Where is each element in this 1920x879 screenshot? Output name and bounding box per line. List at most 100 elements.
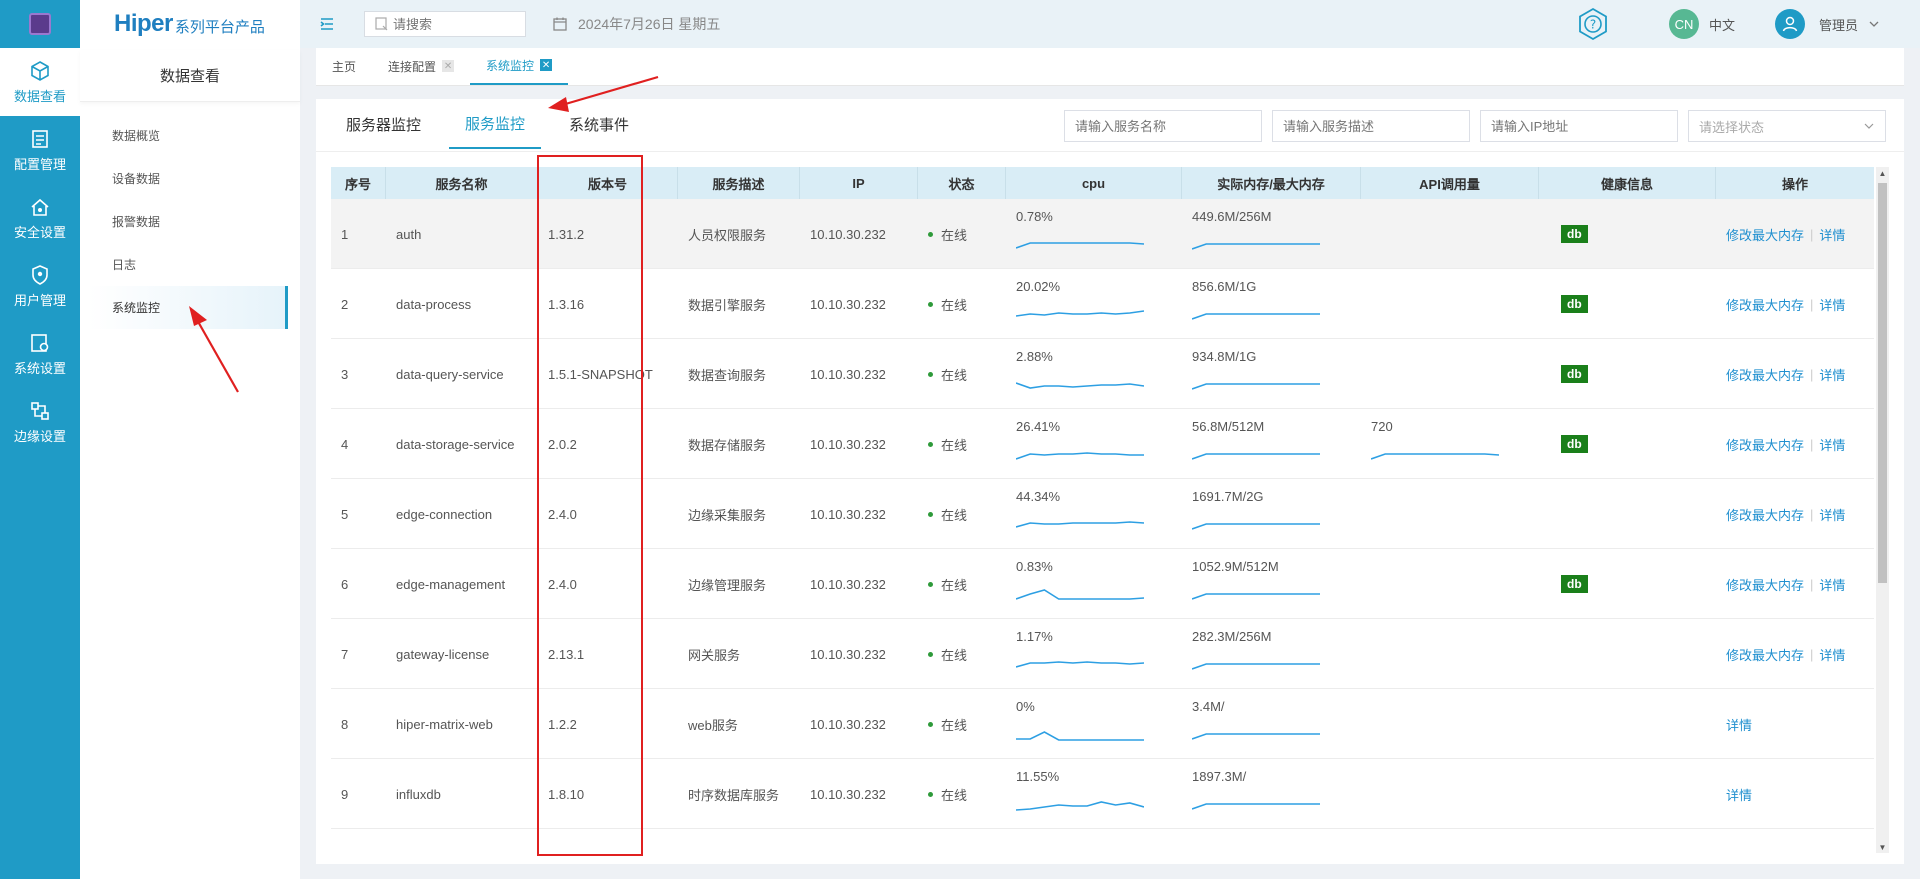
language-switch[interactable]: CN 中文 (1668, 9, 1735, 39)
details-link[interactable]: 详情 (1819, 225, 1845, 244)
status-text: 在线 (941, 507, 968, 523)
tab-label: 主页 (332, 59, 357, 74)
cpu-usage-trend-line (1016, 452, 1144, 460)
modify-max-memory-link[interactable]: 修改最大内存 (1726, 295, 1804, 314)
details-link[interactable]: 详情 (1819, 505, 1845, 524)
table-header: 序号 服务名称 版本号 服务描述 IP 状态 cpu 实际内存/最大内存 API… (331, 167, 1874, 199)
health-badge: db (1561, 575, 1588, 593)
sidebar-item-logs[interactable]: 日志 (88, 243, 288, 286)
close-icon[interactable]: ✕ (442, 60, 455, 72)
row-number: 7 (341, 646, 349, 662)
rail-item-edge[interactable]: 边缘设置 (0, 388, 80, 456)
api-calls (1361, 269, 1539, 339)
logo-mark (29, 13, 51, 35)
memory-usage-sparkline (1192, 383, 1320, 390)
tab-system-events[interactable]: 系统事件 (553, 99, 645, 149)
modify-max-memory-link[interactable]: 修改最大内存 (1726, 435, 1804, 454)
tab-service-monitor[interactable]: 服务监控 (449, 99, 542, 149)
details-link[interactable]: 详情 (1819, 575, 1845, 594)
modify-max-memory-link[interactable]: 修改最大内存 (1726, 575, 1804, 594)
memory-usage: 56.8M/512M (1182, 409, 1361, 479)
api-calls (1361, 619, 1539, 689)
cpu-usage-sparkline (1016, 382, 1144, 389)
row-number: 6 (341, 576, 349, 592)
memory-usage-trend-line (1192, 523, 1320, 530)
menu-collapse-icon[interactable] (316, 13, 338, 35)
status-dot-icon (928, 231, 933, 237)
tab-connection-config[interactable]: 连接配置 ✕ (372, 47, 470, 85)
scroll-down-icon[interactable]: ▼ (1876, 841, 1889, 853)
status-dot-icon (928, 441, 933, 447)
service-ip: 10.10.30.232 (810, 366, 886, 382)
edge-icon (31, 401, 49, 420)
rail-item-users[interactable]: 用户管理 (0, 252, 80, 320)
modify-max-memory-link[interactable]: 修改最大内存 (1726, 225, 1804, 244)
service-name-filter[interactable] (1064, 110, 1262, 142)
cpu-usage-sparkline (1016, 661, 1144, 668)
details-link[interactable]: 详情 (1819, 295, 1845, 314)
language-label: 中文 (1708, 17, 1735, 33)
service-ip: 10.10.30.232 (810, 296, 886, 312)
search-input[interactable] (393, 16, 513, 32)
rail-item-system[interactable]: 系统设置 (0, 320, 80, 388)
secondary-sidebar: Hiper 系列平台产品 数据查看 数据概览 设备数据 报警数据 日志 系统监控 (80, 0, 300, 879)
details-link[interactable]: 详情 (1819, 435, 1845, 454)
status-select[interactable]: 请选择状态 (1688, 110, 1886, 142)
sidebar-title: 数据查看 (80, 50, 300, 102)
api-calls (1361, 549, 1539, 619)
cpu-usage-value: 0.78% (1016, 209, 1053, 224)
rail-item-security[interactable]: 安全设置 (0, 184, 80, 252)
tab-server-monitor[interactable]: 服务器监控 (330, 99, 437, 149)
avatar (1774, 9, 1805, 39)
scroll-up-icon[interactable]: ▲ (1876, 167, 1889, 179)
service-desc-input[interactable] (1283, 118, 1453, 134)
modify-max-memory-link[interactable]: 修改最大内存 (1726, 505, 1804, 524)
cpu-usage-sparkline (1016, 521, 1144, 528)
close-icon[interactable]: ✕ (540, 59, 553, 71)
details-link[interactable]: 详情 (1819, 365, 1845, 384)
modify-max-memory-link[interactable]: 修改最大内存 (1726, 645, 1804, 664)
table-row: 7 gateway-license 2.13.1 网关服务 10.10.30.232 在线… (331, 619, 1874, 689)
details-link[interactable]: 详情 (1726, 785, 1752, 804)
ip-input[interactable] (1491, 118, 1661, 134)
service-name-input[interactable] (1075, 118, 1245, 134)
service-version: 1.2.2 (548, 716, 577, 732)
status-text: 在线 (941, 787, 968, 803)
details-link[interactable]: 详情 (1726, 715, 1752, 734)
user-menu[interactable]: 管理员 (1774, 9, 1880, 39)
row-number: 4 (341, 436, 349, 452)
rail-item-data-view[interactable]: 数据查看 (0, 48, 80, 116)
sidebar-item-alarm-data[interactable]: 报警数据 (88, 200, 288, 243)
health-badge: db (1561, 435, 1588, 453)
status-text: 在线 (941, 717, 968, 733)
table-body: 1 auth 1.31.2 人员权限服务 10.10.30.232 在线 0.78% 449.… (331, 199, 1874, 829)
table-row: 4 data-storage-service 2.0.2 数据存储服务 10.10.30… (331, 409, 1874, 479)
vertical-scrollbar[interactable]: ▲ ▼ (1876, 167, 1889, 853)
table-row: 5 edge-connection 2.4.0 边缘采集服务 10.10.30.232 在… (331, 479, 1874, 549)
tab-home[interactable]: 主页 (316, 47, 372, 85)
row-number: 5 (341, 506, 349, 522)
row-actions: 修改最大内存 | 详情 (1716, 549, 1874, 619)
modify-max-memory-link[interactable]: 修改最大内存 (1726, 365, 1804, 384)
tab-system-monitor[interactable]: 系统监控 ✕ (470, 47, 569, 85)
service-desc-filter[interactable] (1272, 110, 1470, 142)
rail-label: 用户管理 (13, 292, 66, 308)
health-badge: db (1561, 365, 1588, 383)
sidebar-item-overview[interactable]: 数据概览 (88, 114, 288, 157)
global-search[interactable] (364, 11, 526, 37)
search-icon (375, 17, 388, 31)
rail-item-config[interactable]: 配置管理 (0, 116, 80, 184)
cpu-usage: 0.83% (1006, 549, 1182, 619)
ip-filter[interactable] (1480, 110, 1678, 142)
scroll-thumb[interactable] (1878, 183, 1887, 583)
status-dot-icon (928, 651, 933, 657)
sidebar-item-device-data[interactable]: 设备数据 (88, 157, 288, 200)
health-badge: db (1561, 225, 1588, 243)
details-link[interactable]: 详情 (1819, 645, 1845, 664)
cpu-usage: 44.34% (1006, 479, 1182, 549)
api-calls: 720 (1361, 409, 1539, 479)
sidebar-item-system-monitor[interactable]: 系统监控 (88, 286, 288, 329)
memory-usage-value: 1052.9M/512M (1192, 559, 1279, 574)
help-icon[interactable]: ? (1575, 6, 1611, 42)
table-row: 9 influxdb 1.8.10 时序数据库服务 10.10.30.232 在线 11.5… (331, 759, 1874, 829)
